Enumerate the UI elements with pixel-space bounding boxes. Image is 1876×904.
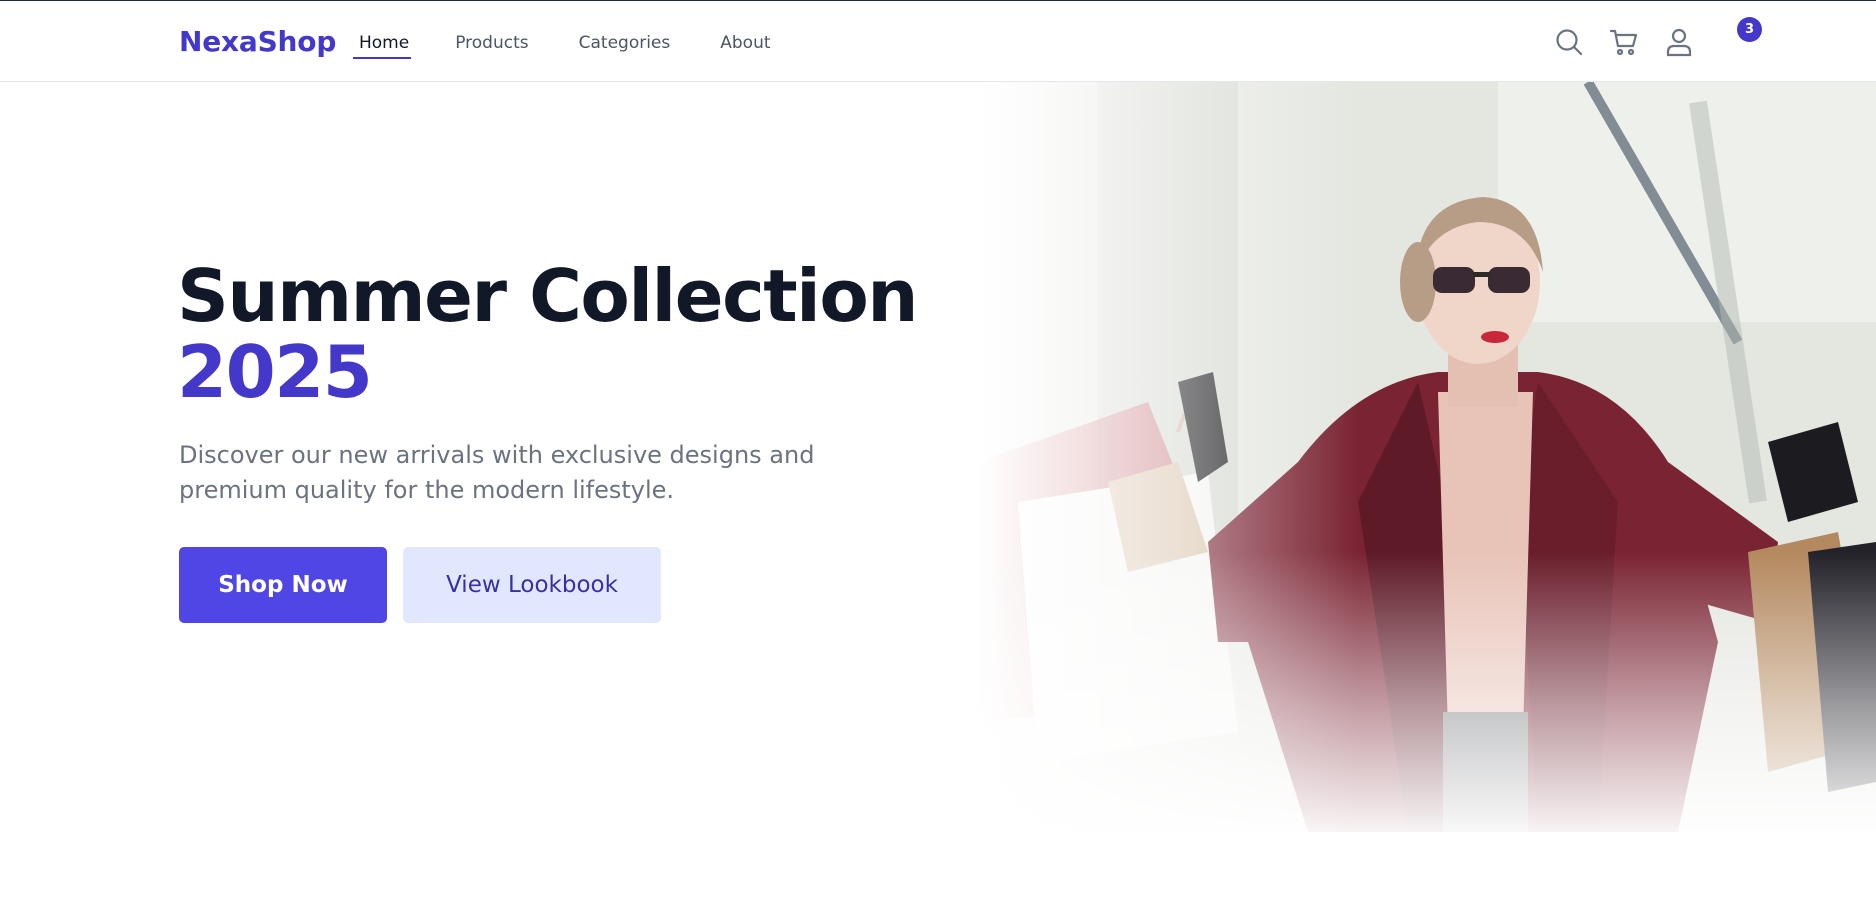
shop-now-button[interactable]: Shop Now [179,547,387,623]
view-lookbook-button[interactable]: View Lookbook [403,547,661,623]
hero-title: Summer Collection 2025 [177,258,919,414]
cart-icon[interactable] [1607,25,1641,59]
site-logo[interactable]: NexaShop [179,25,336,58]
user-icon[interactable] [1662,25,1696,59]
hero-title-line1: Summer Collection [177,254,919,338]
nav-categories[interactable]: Categories [579,33,671,59]
hero-title-year: 2025 [177,330,373,414]
hero-photo-fade-bottom [978,552,1876,832]
site-header: NexaShop Home Products Categories About … [0,1,1876,82]
nav-about[interactable]: About [720,33,770,59]
nav-home[interactable]: Home [353,33,412,59]
hero-photo [978,82,1876,832]
hero-subtitle: Discover our new arrivals with exclusive… [179,441,815,504]
nav-products[interactable]: Products [455,33,528,59]
cart-count-badge: 3 [1737,17,1762,42]
main-nav: Home Products Categories About [353,33,821,59]
search-icon[interactable] [1552,25,1586,59]
